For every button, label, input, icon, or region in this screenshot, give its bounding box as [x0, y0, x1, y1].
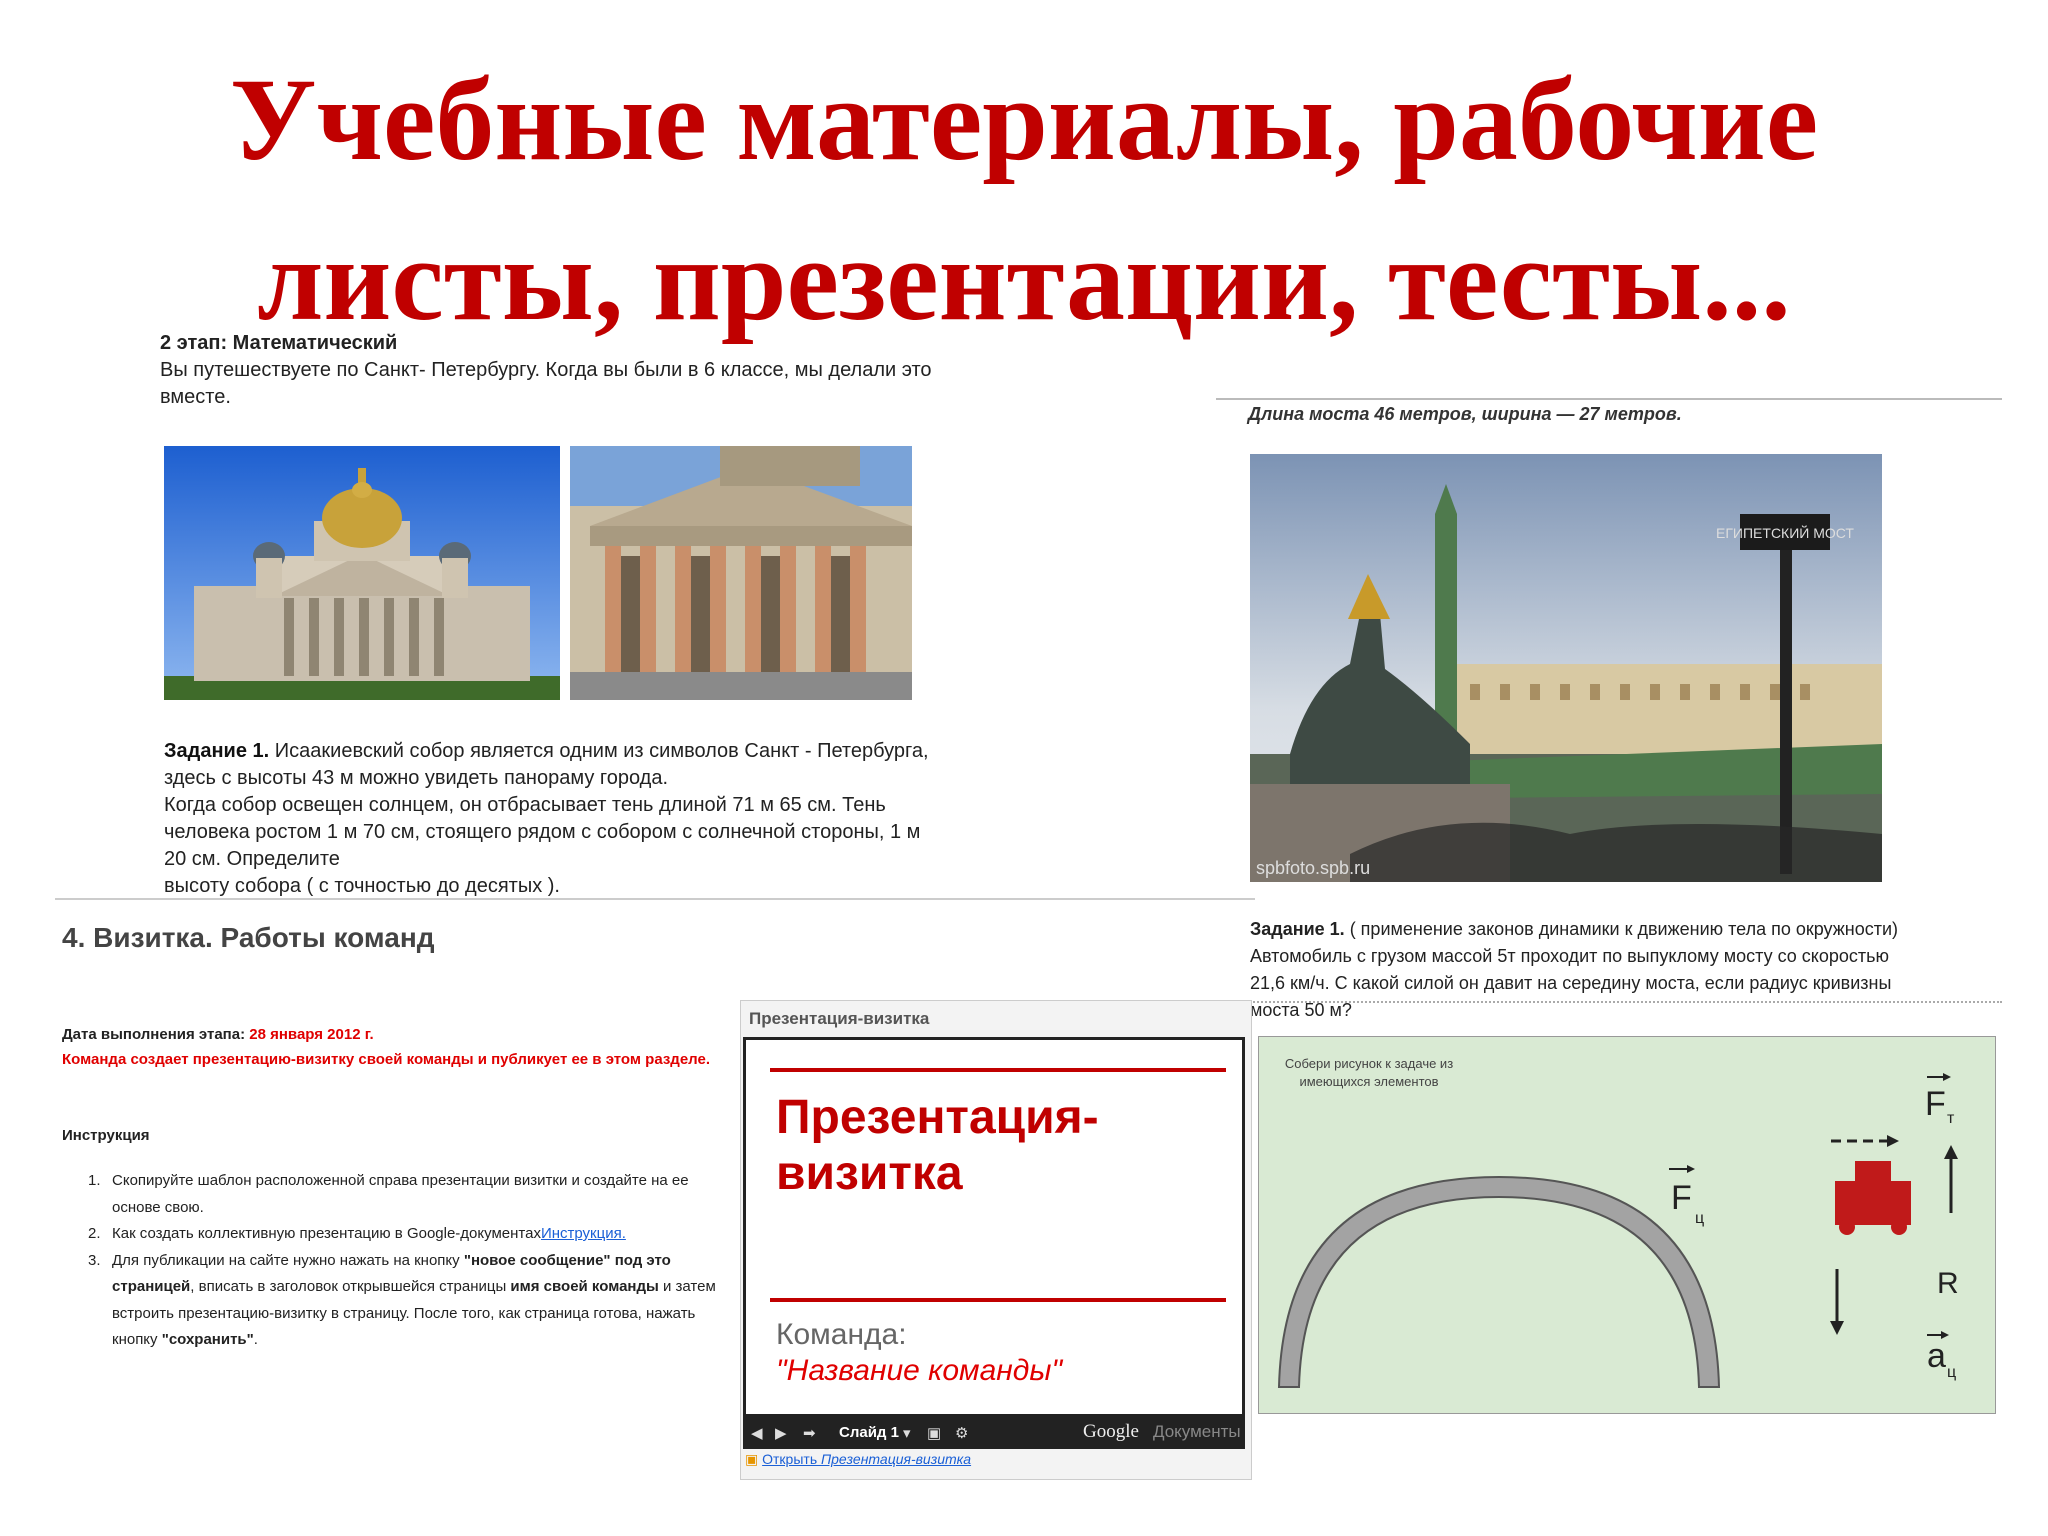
next-slide-icon[interactable]: ➡ [803, 1424, 816, 1442]
deadline-label: Дата выполнения этапа: [62, 1026, 250, 1043]
task-1-line-1: Исаакиевский собор является одним из сим… [269, 740, 929, 762]
section-divider [55, 898, 1255, 900]
instruction-link[interactable]: Инструкция. [541, 1225, 626, 1242]
diagram-drawing: F т F ц R a ц [1277, 1073, 1959, 1388]
task-1-text: Задание 1. Исаакиевский собор является о… [164, 738, 984, 900]
bridge-caption: Длина моста 46 метров, ширина — 27 метро… [1248, 404, 1682, 424]
play-icon[interactable]: ▶ [775, 1424, 787, 1442]
docs-label: Документы [1153, 1422, 1241, 1441]
presentation-slide[interactable]: Презентация- визитка Команда: "Название … [743, 1037, 1245, 1417]
task-description: Команда создает презентацию-визитку свое… [62, 1051, 711, 1068]
task-1-line-6: высоту собора ( с точностью до десятых )… [164, 875, 560, 897]
prev-slide-icon[interactable]: ◀ [751, 1424, 763, 1442]
intro-line-2: вместе. [160, 386, 231, 408]
fullscreen-icon[interactable]: ▣ [927, 1424, 941, 1442]
physics-task-line-1: ( применение законов динамики к движению… [1344, 919, 1899, 939]
slide-title-line-1: Учебные материалы, рабочие [229, 54, 1819, 185]
label-ft: F [1925, 1085, 1946, 1123]
section-heading: 4. Визитка. Работы команд [62, 922, 435, 953]
slide-team-label: Команда: [776, 1318, 907, 1351]
egyptian-bridge-photo: ЕГИПЕТСКИЙ МОСТ spbfoto.spb.ru [1250, 454, 1882, 882]
physics-task-line-2: Автомобиль с грузом массой 5т проходит п… [1250, 946, 1890, 966]
gear-icon[interactable]: ⚙ [955, 1424, 968, 1442]
task-1-line-3: Когда собор освещен солнцем, он отбрасыв… [164, 794, 886, 816]
label-fc: F [1671, 1179, 1692, 1217]
task-1-line-4: человека ростом 1 м 70 см, стоящего рядо… [164, 821, 921, 843]
cathedral-photo-1 [164, 446, 560, 700]
label-ft-sub: т [1947, 1110, 1955, 1127]
slide-heading: Презентация- визитка [776, 1091, 1099, 1200]
presentation-embed: Презентация-визитка Презентация- визитка… [740, 1000, 1252, 1480]
deadline-date: 28 января 2012 г. [249, 1026, 374, 1043]
slide-selector[interactable]: Слайд 1 [839, 1424, 899, 1441]
deadline-line: Дата выполнения этапа: 28 января 2012 г. [62, 1022, 374, 1048]
bridge-arc [1277, 1175, 1721, 1388]
stage-heading: 2 этап: Математический [160, 332, 398, 354]
task-1-line-5: 20 см. Определите [164, 848, 340, 870]
slide-rule-bottom [770, 1298, 1226, 1302]
bridge-diagram: Собери рисунок к задаче из имеющихся эле… [1258, 1036, 1996, 1414]
dotted-divider [1250, 1001, 2002, 1003]
presentation-toolbar: ◀ ▶ ➡ Слайд 1 ▾ ▣ ⚙ Google Документы [743, 1417, 1245, 1449]
instructions-list: 1. Скопируйте шаблон расположенной справ… [88, 1168, 728, 1354]
task-1-line-2: здесь с высоты 43 м можно увидеть панора… [164, 767, 669, 789]
label-fc-sub: ц [1695, 1210, 1704, 1227]
intro-line-1: Вы путешествуете по Санкт- Петербургу. К… [160, 359, 932, 381]
list-item: 3. Для публикации на сайте нужно нажать … [88, 1251, 716, 1349]
physics-task-label: Задание 1. [1250, 919, 1345, 939]
math-task-panel: 2 этап: Математический Вы путешествуете … [160, 330, 1010, 900]
label-r: R [1937, 1267, 1959, 1300]
bridge-panel-divider [1216, 398, 2002, 400]
cathedral-photo-2 [570, 446, 912, 700]
photo-watermark: spbfoto.spb.ru [1256, 858, 1370, 878]
slide-team-name: "Название команды" [776, 1354, 1063, 1387]
google-logo: Google [1083, 1421, 1139, 1442]
embed-header: Презентация-визитка [749, 1009, 930, 1028]
label-a: a [1927, 1337, 1946, 1375]
physics-task-line-3: 21,6 км/ч. С какой силой он давит на сер… [1250, 973, 1892, 993]
label-a-sub: ц [1947, 1364, 1956, 1381]
slide-rule-top [770, 1068, 1226, 1072]
physics-task-text: Задание 1. ( применение законов динамики… [1250, 916, 2010, 1024]
bridge-sign-text: ЕГИПЕТСКИЙ МОСТ [1716, 524, 1854, 541]
car-icon [1835, 1181, 1911, 1225]
open-presentation-link[interactable]: ▣ Открыть Презентация-визитка [745, 1451, 971, 1468]
slide-title: Учебные материалы, рабочие листы, презен… [0, 40, 2048, 360]
task-1-label: Задание 1. [164, 740, 270, 762]
instructions-heading: Инструкция [62, 1127, 150, 1144]
list-item: 1. Скопируйте шаблон расположенной справ… [88, 1172, 689, 1216]
chevron-down-icon[interactable]: ▾ [903, 1424, 911, 1442]
list-item: 2. Как создать коллективную презентацию … [88, 1225, 626, 1242]
slides-icon: ▣ [745, 1451, 759, 1467]
